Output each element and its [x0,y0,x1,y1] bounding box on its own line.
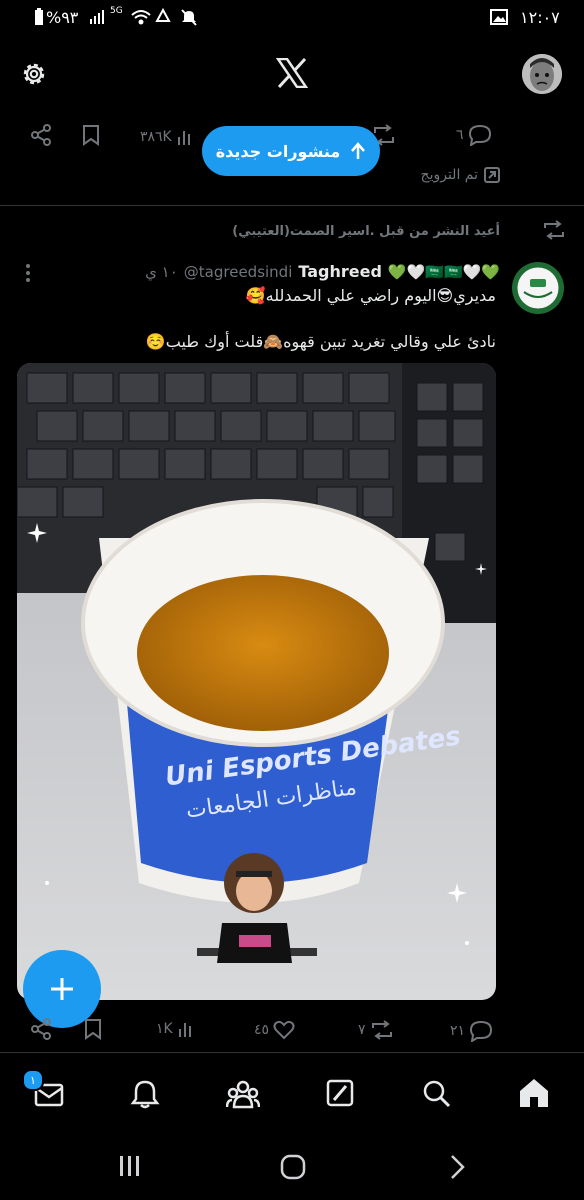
tweet-views-icon [177,1020,195,1038]
reply-count[interactable]: ٦ [456,124,492,146]
views-count[interactable]: ٣٨٦K [140,128,194,146]
status-bar: ١٢:٠٧ %٩٣ 5G [0,0,584,36]
profile-avatar[interactable] [522,54,562,94]
recycle-icon [154,8,172,26]
gear-icon[interactable] [20,60,48,88]
promoted-label: تم الترويج [380,167,500,183]
reply-icon [468,124,492,146]
communities-tab[interactable] [226,1079,260,1109]
tweet-photo[interactable]: Uni Esports Debates مناظرات الجامعات [17,363,496,1000]
home-button-icon[interactable] [280,1154,306,1180]
gallery-icon [490,9,508,25]
divider [0,205,584,206]
tweet-views[interactable]: ١K [156,1020,195,1038]
handle[interactable]: @tagreedsindi [184,263,293,281]
more-options-icon[interactable] [24,262,32,284]
mute-icon [180,8,198,26]
tweet-repost-icon [370,1020,394,1040]
heart-icon [273,1020,295,1040]
bottom-nav: ١ [0,1052,584,1135]
tweet-time[interactable]: ١٠ ي [145,263,178,281]
bookmark-icon[interactable] [82,124,100,146]
recent-apps-icon[interactable] [118,1154,142,1178]
retweet-indicator-icon [542,220,566,240]
new-posts-button[interactable]: منشورات جديدة [202,126,380,176]
back-icon[interactable] [448,1154,466,1180]
x-logo-icon[interactable] [276,58,308,88]
tweet-replies[interactable]: ٢١ [450,1020,493,1042]
promoted-icon [484,167,500,183]
system-nav [0,1134,584,1200]
status-time: ١٢:٠٧ [520,8,560,27]
compose-button[interactable] [23,950,101,1028]
name-emojis: 💚🤍🇸🇦🇸🇦🤍💚 [387,262,500,281]
battery-percent: %٩٣ [46,8,79,27]
share-icon[interactable] [30,124,52,146]
tweet-share-icon[interactable] [30,1018,52,1040]
arrow-up-icon [350,142,366,160]
search-tab[interactable] [422,1079,452,1109]
views-icon [176,128,194,146]
retweeted-by[interactable]: أعيد النشر من قبل .اسير الصمت(العتيبي) [200,224,500,239]
plus-icon [49,976,75,1002]
app-header [0,36,584,114]
bell-icon [130,1079,160,1109]
search-icon [422,1079,452,1109]
tweet-reply-icon [469,1020,493,1042]
grok-tab[interactable] [326,1079,354,1107]
communities-icon [226,1079,260,1109]
tweet-text-line1: مديري😎اليوم راضي علي الحمدلله🥰 [245,286,496,305]
signal-icon [88,9,108,25]
notifications-tab[interactable] [130,1079,160,1109]
home-icon [518,1077,550,1109]
messages-tab[interactable]: ١ [22,1069,66,1107]
wifi-icon [130,8,152,26]
tweet-text-line2: نادئ علي وقالي تغريد تبين قهوه🙈قلت أوك ط… [145,332,496,351]
tweet-header: 💚🤍🇸🇦🇸🇦🤍💚 Taghreed @tagreedsindi ١٠ ي [40,262,500,281]
messages-badge: ١ [22,1069,44,1091]
tweet-reposts[interactable]: ٧ [358,1020,394,1040]
battery-icon [34,8,44,26]
grok-icon [326,1079,354,1107]
tweet-likes[interactable]: ٤٥ [254,1020,295,1040]
home-tab[interactable] [518,1077,550,1109]
tweet-bookmark-icon[interactable] [84,1018,102,1040]
network-type: 5G [110,6,123,16]
tweet-author-avatar[interactable] [512,262,564,314]
display-name[interactable]: Taghreed [298,262,382,281]
